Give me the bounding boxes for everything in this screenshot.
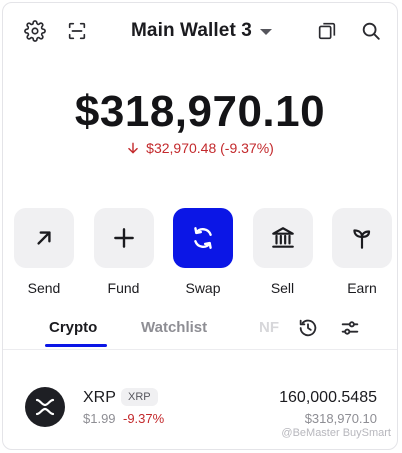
fund-button-circle[interactable] bbox=[93, 208, 154, 268]
swap-button-circle[interactable] bbox=[173, 208, 233, 268]
asset-value: $318,970.10 bbox=[304, 411, 377, 426]
balance-change: $32,970.48 (-9.37%) bbox=[3, 140, 397, 156]
fund-label: Fund bbox=[107, 280, 140, 296]
tab-nft[interactable]: NF bbox=[259, 319, 279, 336]
watermark: @BeMaster BuySmart bbox=[281, 427, 391, 439]
sell-button[interactable]: Sell bbox=[252, 208, 314, 296]
tab-watchlist[interactable]: Watchlist bbox=[141, 319, 207, 336]
asset-change: -9.37% bbox=[123, 411, 165, 426]
top-bar: Main Wallet 3 bbox=[3, 3, 397, 59]
asset-name: XRP bbox=[83, 389, 116, 406]
active-tab-indicator bbox=[45, 344, 107, 347]
xrp-logo-icon bbox=[25, 387, 65, 427]
send-label: Send bbox=[27, 280, 61, 296]
copy-icon[interactable] bbox=[313, 17, 341, 45]
search-icon[interactable] bbox=[357, 17, 385, 45]
asset-price: $1.99 bbox=[83, 411, 116, 426]
app-frame: Main Wallet 3 $318,970.10 $32,970.48 (-9… bbox=[2, 2, 398, 450]
asset-ticker-badge: XRP bbox=[121, 388, 158, 406]
history-icon[interactable] bbox=[295, 315, 321, 341]
settings-gear-icon[interactable] bbox=[21, 17, 49, 45]
tabs-divider bbox=[3, 349, 397, 350]
earn-label: Earn bbox=[347, 280, 377, 296]
chevron-down-icon bbox=[259, 29, 272, 35]
sprout-icon bbox=[353, 229, 371, 249]
earn-button[interactable]: Earn bbox=[331, 208, 393, 296]
balance-change-text: $32,970.48 (-9.37%) bbox=[146, 140, 274, 156]
swap-button[interactable]: Swap bbox=[172, 208, 234, 296]
wallet-selector[interactable]: Main Wallet 3 bbox=[131, 17, 272, 45]
send-button[interactable]: Send bbox=[13, 208, 75, 296]
tab-crypto[interactable]: Crypto bbox=[49, 319, 97, 336]
bank-icon bbox=[271, 227, 294, 248]
arrow-down-icon bbox=[128, 142, 138, 154]
asset-quantity: 160,000.5485 bbox=[279, 389, 377, 406]
scan-qr-icon[interactable] bbox=[63, 17, 91, 45]
total-balance: $318,970.10 bbox=[74, 87, 326, 136]
fund-button[interactable]: Fund bbox=[93, 208, 155, 296]
swap-label: Swap bbox=[185, 280, 221, 296]
sell-button-circle[interactable] bbox=[252, 208, 313, 268]
arrow-up-right-icon bbox=[37, 231, 51, 245]
sell-label: Sell bbox=[270, 280, 295, 296]
filter-sliders-icon[interactable] bbox=[337, 315, 363, 341]
wallet-name: Main Wallet 3 bbox=[131, 20, 252, 41]
swap-icon bbox=[194, 227, 212, 249]
plus-icon bbox=[113, 228, 134, 248]
quick-actions: Send Fund Swap Sell Earn bbox=[13, 208, 393, 296]
earn-button-circle[interactable] bbox=[332, 208, 392, 268]
send-button-circle[interactable] bbox=[14, 208, 74, 268]
